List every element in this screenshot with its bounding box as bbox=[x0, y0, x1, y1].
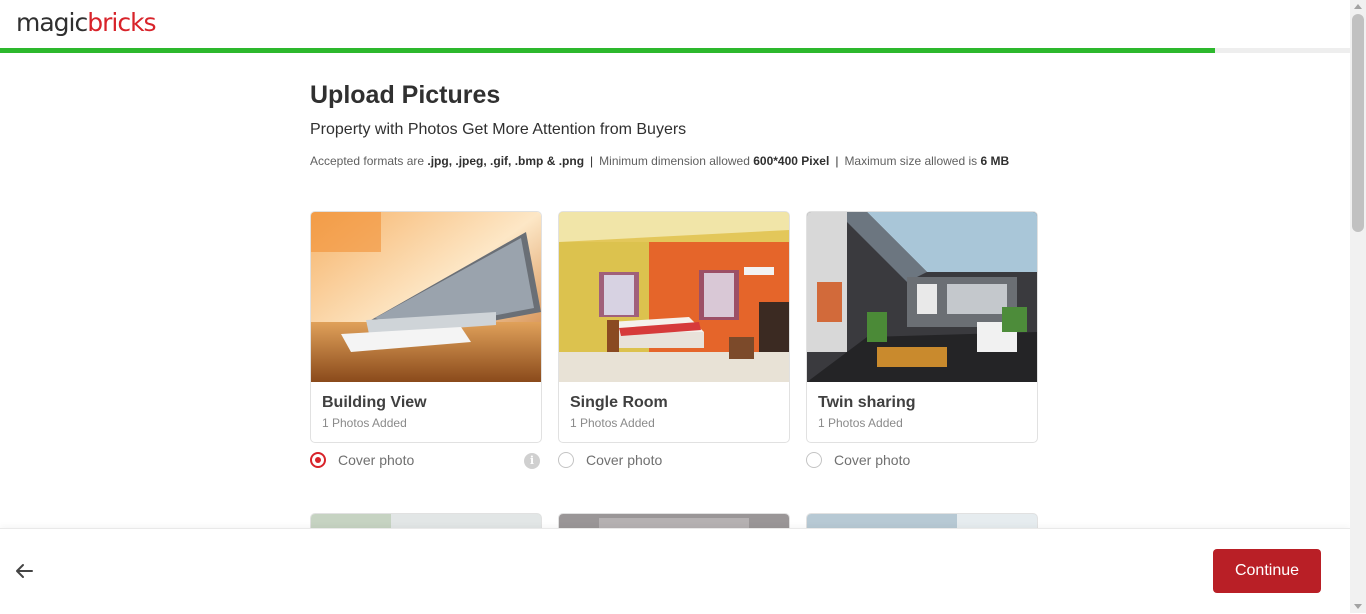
dimension-value: 600*400 Pixel bbox=[753, 154, 830, 168]
page-subtitle: Property with Photos Get More Attention … bbox=[310, 121, 687, 138]
cover-photo-label: Cover photo bbox=[586, 452, 663, 468]
footer-bar: Continue bbox=[0, 528, 1350, 614]
card-title: Building View bbox=[322, 394, 427, 411]
cover-photo-label: Cover photo bbox=[834, 452, 911, 468]
page-title: Upload Pictures bbox=[310, 81, 501, 109]
magicbricks-logo[interactable]: magicbricks bbox=[16, 7, 157, 39]
card-title: Twin sharing bbox=[818, 394, 916, 411]
photo-card[interactable]: Building View 1 Photos Added bbox=[310, 211, 542, 443]
twin-sharing-photo bbox=[807, 212, 1037, 382]
photo-card[interactable]: Single Room 1 Photos Added bbox=[558, 211, 790, 443]
upload-section: Upload Pictures Property with Photos Get… bbox=[310, 80, 1040, 169]
single-room-photo bbox=[559, 212, 789, 382]
scroll-down-arrow-icon[interactable] bbox=[1354, 604, 1362, 609]
photo-category-single-room: Single Room 1 Photos Added Cover photo bbox=[558, 211, 790, 475]
progress-bar-fill bbox=[0, 48, 1215, 53]
header: magicbricks bbox=[0, 0, 1350, 48]
logo-magic: magic bbox=[16, 8, 88, 37]
logo-bricks: bricks bbox=[87, 8, 156, 37]
cover-photo-radio[interactable] bbox=[310, 452, 326, 468]
cover-photo-option: Cover photo i bbox=[310, 451, 542, 475]
scrollbar[interactable] bbox=[1350, 0, 1366, 613]
separator: | bbox=[835, 154, 839, 168]
cover-photo-radio[interactable] bbox=[806, 452, 822, 468]
continue-button[interactable]: Continue bbox=[1213, 549, 1321, 593]
photo-count: 1 Photos Added bbox=[570, 416, 655, 430]
cover-photo-label: Cover photo bbox=[338, 452, 415, 468]
formats-prefix: Accepted formats are bbox=[310, 154, 428, 168]
cover-photo-option: Cover photo bbox=[558, 451, 790, 475]
upload-requirements: Accepted formats are .jpg, .jpeg, .gif, … bbox=[310, 154, 1040, 169]
scrollbar-thumb[interactable] bbox=[1352, 14, 1364, 232]
scroll-up-arrow-icon[interactable] bbox=[1354, 4, 1362, 9]
cover-photo-option: Cover photo bbox=[806, 451, 1038, 475]
arrow-left-icon[interactable] bbox=[12, 559, 36, 583]
separator: | bbox=[590, 154, 594, 168]
photo-category-twin-sharing: Twin sharing 1 Photos Added Cover photo bbox=[806, 211, 1038, 475]
cover-photo-radio[interactable] bbox=[558, 452, 574, 468]
progress-bar bbox=[0, 48, 1350, 53]
size-prefix: Maximum size allowed is bbox=[844, 154, 981, 168]
photo-category-building-view: Building View 1 Photos Added Cover photo… bbox=[310, 211, 542, 475]
building-view-photo bbox=[311, 212, 541, 382]
photo-count: 1 Photos Added bbox=[322, 416, 407, 430]
dimension-prefix: Minimum dimension allowed bbox=[599, 154, 754, 168]
photo-card[interactable]: Twin sharing 1 Photos Added bbox=[806, 211, 1038, 443]
size-value: 6 MB bbox=[980, 154, 1010, 168]
photo-count: 1 Photos Added bbox=[818, 416, 903, 430]
info-icon[interactable]: i bbox=[524, 453, 540, 469]
formats-value: .jpg, .jpeg, .gif, .bmp & .png bbox=[427, 154, 585, 168]
card-title: Single Room bbox=[570, 394, 668, 411]
